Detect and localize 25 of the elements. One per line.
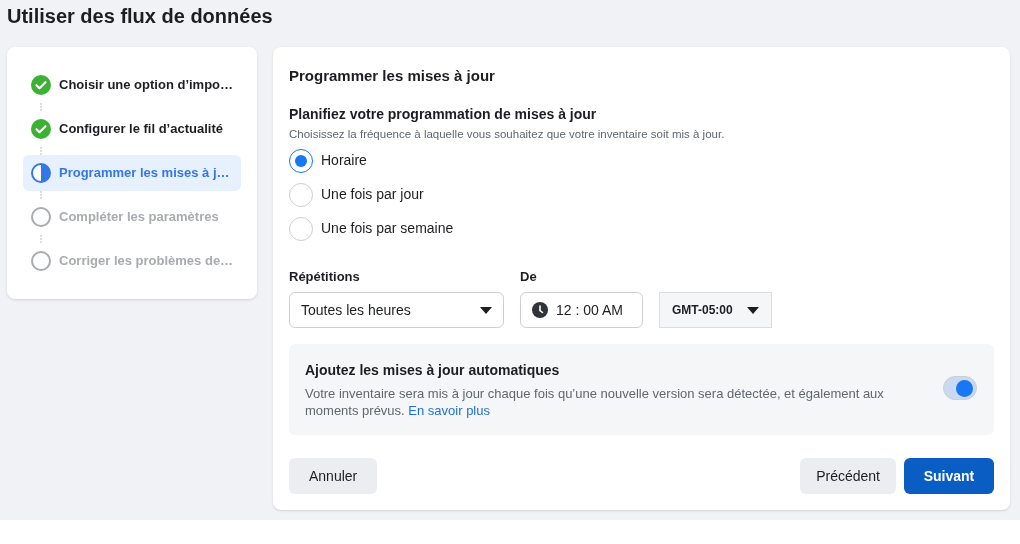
card-title: Programmer les mises à jour xyxy=(289,66,496,86)
field-label: Répétitions xyxy=(289,267,361,286)
repeat-dropdown[interactable]: Toutes les heures xyxy=(289,292,504,329)
timezone-dropdown[interactable]: GMT-05:00 xyxy=(659,292,772,329)
auto-update-title: Ajoutez les mises à jour automatiques xyxy=(305,361,561,381)
cancel-button[interactable]: Annuler xyxy=(289,458,378,494)
caret-icon xyxy=(747,306,759,314)
page-title: Utiliser des flux de données xyxy=(7,4,274,29)
time-field[interactable]: 12 : 00 AM xyxy=(520,292,643,329)
radio-label: Une fois par semaine xyxy=(321,219,454,239)
hint-text: Choisissez la fréquence à laquelle vous souhaitez que votre inventaire soit mis à jour. xyxy=(289,126,726,142)
question-label: Planifiez votre programmation de mises à jour xyxy=(289,104,598,124)
auto-update-description: Votre inventaire sera mis à jour chaque fois qu’une nouvelle version sera détectée, et également aux moments prévus. En savoir plus xyxy=(305,385,885,420)
field-label: De xyxy=(520,267,538,286)
step-item[interactable]: Configurer le fil d’actualité xyxy=(23,111,241,147)
learn-more-link[interactable]: En savoir plus xyxy=(408,403,490,419)
step-item[interactable]: Programmer les mises à j… xyxy=(23,155,241,191)
next-button[interactable]: Suivant xyxy=(904,458,994,494)
radio-label: Horaire xyxy=(321,151,367,171)
clock-icon xyxy=(532,302,548,319)
radio-label: Une fois par jour xyxy=(321,185,424,205)
toggle-switch[interactable] xyxy=(943,376,977,401)
previous-button[interactable]: Précédent xyxy=(800,458,896,494)
caret-icon xyxy=(480,306,492,314)
step-item[interactable]: Choisir une option d’impo… xyxy=(23,67,241,103)
